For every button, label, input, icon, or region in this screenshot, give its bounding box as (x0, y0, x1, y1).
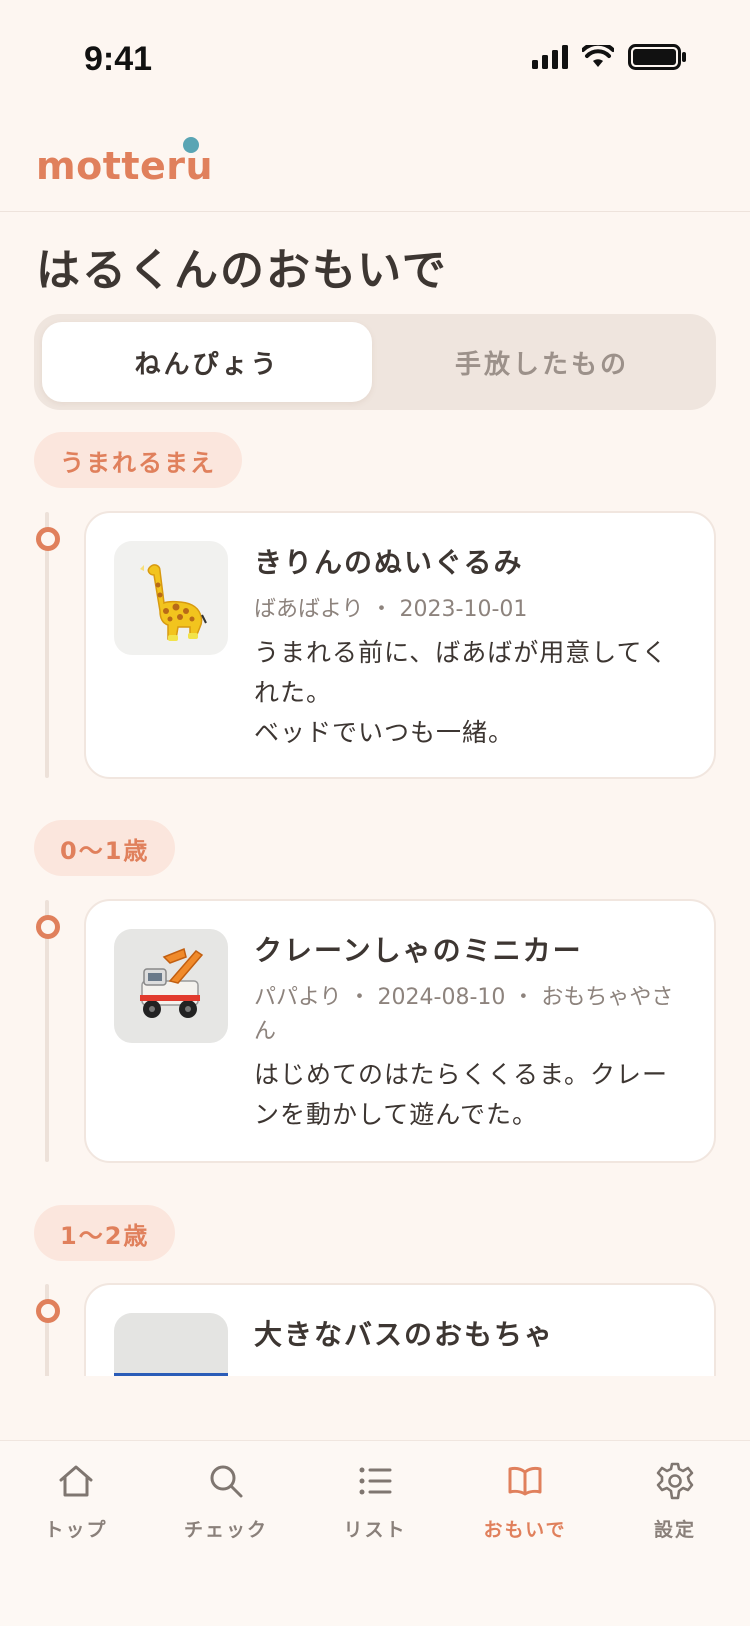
memory-card-bus[interactable]: 大きなバスのおもちゃ (84, 1283, 716, 1376)
card-title: 大きなバスのおもちゃ (254, 1318, 555, 1351)
battery-icon (628, 44, 686, 70)
nav-label: チェック (183, 1519, 268, 1541)
card-meta: ばあばより ・ 2023-10-01 (254, 597, 528, 622)
nav-label: リスト (343, 1519, 407, 1541)
status-bar: 9:41 (0, 0, 750, 120)
book-icon (503, 1459, 547, 1503)
nav-label: 設定 (653, 1519, 696, 1541)
timeline-dot (36, 915, 60, 939)
status-time: 9:41 (84, 40, 153, 78)
nav-item-list[interactable]: リスト (315, 1459, 435, 1542)
tab-timeline[interactable]: ねんぴょう (42, 322, 372, 402)
nav-item-check[interactable]: チェック (166, 1459, 286, 1542)
nav-item-memories[interactable]: おもいで (465, 1459, 585, 1542)
card-body: 大きなバスのおもちゃ (254, 1315, 684, 1355)
timeline-line (45, 900, 49, 1162)
timeline-dot (36, 1299, 60, 1323)
crane-minicar-thumbnail (114, 929, 228, 1043)
wifi-icon (582, 45, 614, 67)
card-body: クレーンしゃのミニカー パパより ・ 2024-08-10 ・ おもちゃやさん … (254, 931, 684, 1135)
memory-card-crane[interactable]: クレーンしゃのミニカー パパより ・ 2024-08-10 ・ おもちゃやさん … (84, 899, 716, 1163)
tab-released-items[interactable]: 手放したもの (376, 322, 708, 402)
status-icons (532, 44, 686, 70)
card-title: きりんのぬいぐるみ (254, 546, 524, 579)
page-title: はるくんのおもいで (36, 245, 448, 296)
search-icon (204, 1459, 248, 1503)
card-description: うまれる前に、ばあばが用意してくれた。 ベッドでいつも一緒。 (254, 638, 668, 747)
cellular-signal-icon (532, 45, 568, 69)
scroll-viewport-bottom: 大きなバスのおもちゃ (0, 1200, 750, 1376)
nav-label: トップ (44, 1519, 108, 1541)
view-segmented-control: ねんぴょう 手放したもの (34, 314, 716, 410)
section-badge-age-0-1: 0〜1歳 (34, 820, 176, 876)
home-icon (54, 1459, 98, 1503)
section-badge-before-birth: うまれるまえ (34, 432, 242, 488)
timeline-line (45, 512, 49, 778)
card-description: はじめてのはたらくくるま。クレーンを動かして遊んでた。 (254, 1060, 669, 1129)
nav-item-settings[interactable]: 設定 (615, 1459, 735, 1542)
memory-card-giraffe[interactable]: きりんのぬいぐるみ ばあばより ・ 2023-10-01 うまれる前に、ばあばが… (84, 511, 716, 779)
timeline-line (45, 1284, 49, 1376)
card-body: きりんのぬいぐるみ ばあばより ・ 2023-10-01 うまれる前に、ばあばが… (254, 543, 684, 753)
giraffe-plush-thumbnail (114, 541, 228, 655)
card-meta: パパより ・ 2024-08-10 ・ おもちゃやさん (254, 985, 674, 1044)
nav-label: おもいで (483, 1519, 567, 1541)
bus-toy-thumbnail (114, 1313, 228, 1376)
gear-icon (653, 1459, 697, 1503)
logo-dot (183, 137, 199, 153)
app-header: motteru (0, 120, 750, 212)
bottom-navigation: トップ チェック リスト おもいで 設定 (0, 1440, 750, 1626)
nav-item-top[interactable]: トップ (16, 1459, 136, 1542)
list-icon (353, 1459, 397, 1503)
timeline-dot (36, 527, 60, 551)
card-title: クレーンしゃのミニカー (254, 934, 583, 967)
